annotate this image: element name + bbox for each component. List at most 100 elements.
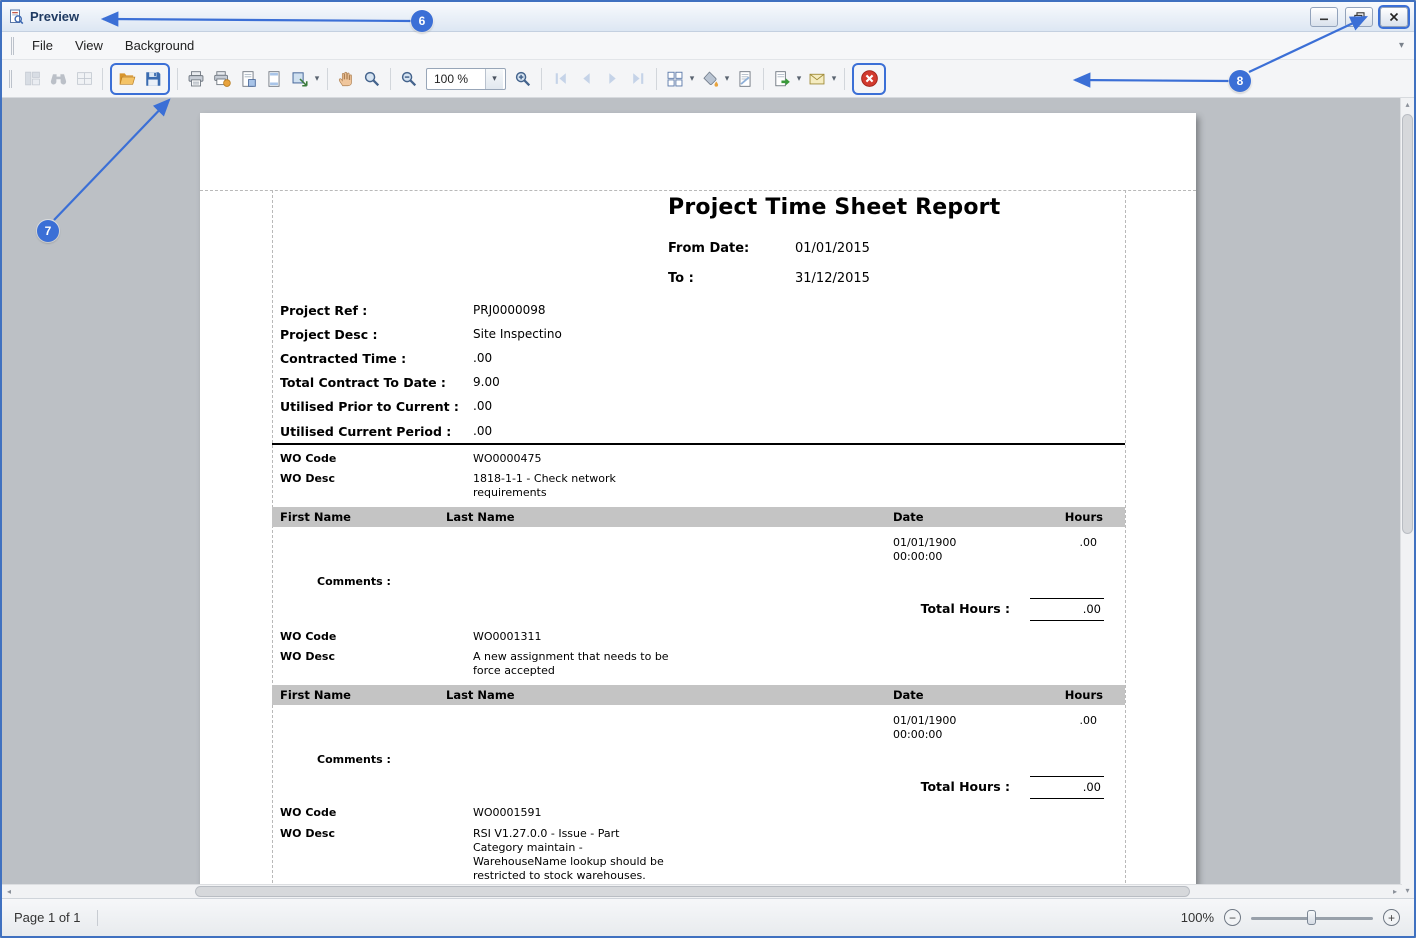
send-email-button[interactable] — [804, 66, 830, 92]
minimize-button[interactable] — [1310, 7, 1338, 27]
menu-file[interactable]: File — [21, 34, 64, 57]
total-hours-value: .00 — [1030, 598, 1104, 621]
menu-grip[interactable] — [11, 37, 14, 55]
zoom-in-icon — [514, 70, 532, 88]
scale-caret[interactable]: ▾ — [312, 73, 322, 84]
separator — [327, 68, 328, 90]
toolbar-grip[interactable] — [9, 70, 12, 88]
zoom-out-button[interactable] — [396, 66, 422, 92]
menu-background[interactable]: Background — [114, 34, 205, 57]
scale-button[interactable] — [287, 66, 313, 92]
watermark-button[interactable] — [732, 66, 758, 92]
last-page-button[interactable] — [625, 66, 651, 92]
field-value: PRJ0000098 — [473, 303, 546, 317]
multiple-pages-button[interactable] — [662, 66, 688, 92]
vertical-scroll-thumb[interactable] — [1402, 114, 1413, 534]
zoom-percent-label: 100% — [1181, 910, 1214, 925]
multiple-pages-caret[interactable]: ▾ — [687, 73, 697, 84]
hand-tool-button[interactable] — [333, 66, 359, 92]
page-setup-button[interactable] — [235, 66, 261, 92]
open-folder-icon — [118, 70, 136, 88]
from-date-label: From Date: — [668, 241, 749, 256]
preview-window: Preview File View Background ▾ — [0, 0, 1416, 938]
report-title: Project Time Sheet Report — [668, 195, 1000, 220]
report-page: Project Time Sheet Report From Date: 01/… — [200, 113, 1196, 884]
scroll-right-arrow[interactable]: ▸ — [1388, 885, 1402, 898]
scroll-up-arrow[interactable]: ▴ — [1401, 98, 1414, 112]
scroll-left-arrow[interactable]: ◂ — [2, 885, 16, 898]
cell-date: 01/01/1900 00:00:00 — [893, 536, 956, 564]
email-caret[interactable]: ▾ — [829, 73, 839, 84]
close-preview-button[interactable] — [856, 66, 882, 92]
previous-page-icon — [578, 70, 595, 87]
total-hours-value: .00 — [1030, 776, 1104, 799]
wo-code-label: WO Code — [280, 452, 336, 465]
preview-app-icon — [8, 9, 24, 25]
separator — [177, 68, 178, 90]
zoom-out-status-button[interactable]: − — [1224, 909, 1241, 926]
zoom-out-icon — [400, 70, 418, 88]
zoom-slider[interactable] — [1251, 909, 1373, 926]
search-button[interactable] — [45, 66, 71, 92]
field-label: Total Contract To Date : — [280, 375, 446, 390]
field-value: .00 — [473, 399, 492, 413]
zoom-combo-caret[interactable]: ▾ — [485, 69, 503, 89]
vertical-scrollbar[interactable]: ▴ ▾ — [1400, 98, 1414, 898]
export-caret[interactable]: ▾ — [794, 73, 804, 84]
header-footer-button[interactable] — [261, 66, 287, 92]
separator — [763, 68, 764, 90]
first-page-icon — [552, 70, 569, 87]
close-button[interactable] — [1380, 7, 1408, 27]
field-label: Utilised Current Period : — [280, 424, 451, 439]
to-date-value: 31/12/2015 — [795, 271, 870, 286]
separator — [844, 68, 845, 90]
first-page-button[interactable] — [547, 66, 573, 92]
close-icon — [1389, 12, 1399, 22]
export-button[interactable] — [769, 66, 795, 92]
cell-date: 01/01/1900 00:00:00 — [893, 714, 956, 742]
col-date: Date — [893, 688, 924, 702]
previous-page-button[interactable] — [573, 66, 599, 92]
page-color-button[interactable] — [697, 66, 723, 92]
wo-code-value: WO0000475 — [473, 452, 542, 466]
table-header-row: First Name Last Name Date Hours — [272, 507, 1125, 527]
print-button[interactable] — [183, 66, 209, 92]
field-label: Project Desc : — [280, 327, 377, 342]
open-button[interactable] — [114, 66, 140, 92]
magnifier-button[interactable] — [359, 66, 385, 92]
zoom-in-status-button[interactable]: + — [1383, 909, 1400, 926]
next-page-icon — [604, 70, 621, 87]
page-color-icon — [701, 70, 719, 88]
zoom-slider-thumb[interactable] — [1307, 910, 1316, 925]
horizontal-scrollbar[interactable]: ◂ ▸ — [2, 884, 1402, 898]
field-value: 9.00 — [473, 375, 500, 389]
header-footer-icon — [265, 70, 283, 88]
restore-icon — [1354, 12, 1365, 22]
next-page-button[interactable] — [599, 66, 625, 92]
zoom-input[interactable] — [427, 72, 485, 86]
horizontal-scroll-thumb[interactable] — [195, 886, 1190, 897]
separator — [541, 68, 542, 90]
scale-icon — [291, 70, 309, 88]
maximize-button[interactable] — [1345, 7, 1373, 27]
margin-line-right — [1125, 190, 1126, 884]
save-floppy-icon — [144, 70, 162, 88]
comments-label: Comments : — [317, 575, 391, 588]
binoculars-icon — [50, 70, 67, 87]
separator — [656, 68, 657, 90]
dock-panels-button[interactable] — [19, 66, 45, 92]
field-label: Contracted Time : — [280, 351, 406, 366]
menu-overflow-caret[interactable]: ▾ — [1399, 40, 1408, 51]
print-direct-button[interactable] — [209, 66, 235, 92]
scroll-down-arrow[interactable]: ▾ — [1401, 884, 1414, 898]
from-date-value: 01/01/2015 — [795, 241, 870, 256]
save-button[interactable] — [140, 66, 166, 92]
zoom-in-button[interactable] — [510, 66, 536, 92]
menu-view[interactable]: View — [64, 34, 114, 57]
thumbnails-button[interactable] — [71, 66, 97, 92]
wo-block: WO Code WO0000475 WO Desc 1818-1-1 - Che… — [272, 452, 1125, 632]
page-color-caret[interactable]: ▾ — [722, 73, 732, 84]
status-bar: Page 1 of 1 100% − + — [2, 898, 1414, 936]
field-value: .00 — [473, 424, 492, 438]
wo-block: WO Code WO0001591 WO Desc RSI V1.27.0.0 … — [272, 806, 1125, 884]
